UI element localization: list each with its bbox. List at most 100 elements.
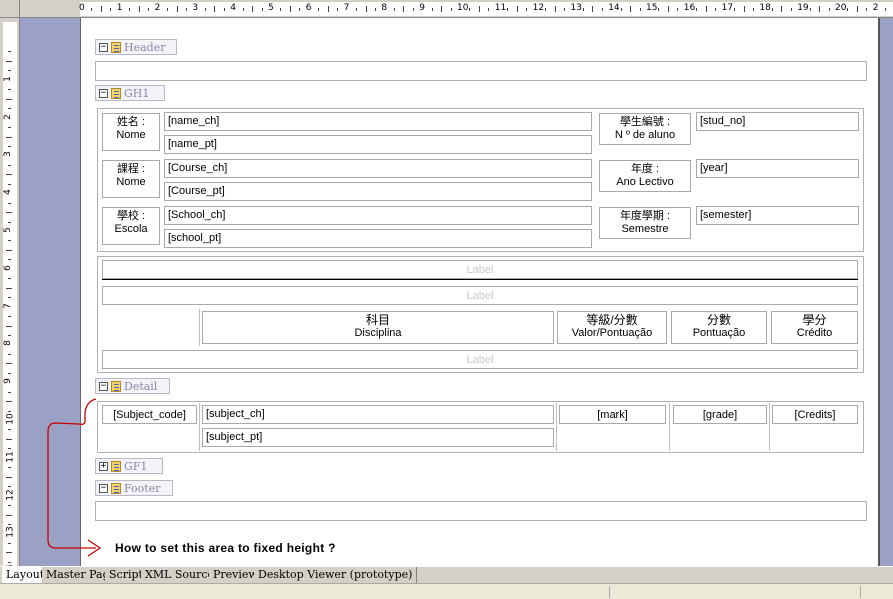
ruler-tick <box>6 476 12 478</box>
ruler-tick <box>809 8 811 11</box>
name-label: 姓名 : Nome <box>102 113 160 151</box>
subject-pt-field[interactable]: [subject_pt] <box>202 428 554 447</box>
collapse-icon[interactable]: − <box>99 484 108 493</box>
separator-line[interactable] <box>102 279 858 280</box>
credits-field[interactable]: [Credits] <box>772 405 858 424</box>
semester-label: 年度學期 : Semestre <box>599 207 691 239</box>
gh1-column-header[interactable]: Label Label 科目 Disciplina 等級/分數 Valor/Pont… <box>97 256 864 373</box>
ruler-number: 10 <box>457 3 469 13</box>
collapse-icon[interactable]: − <box>99 382 108 391</box>
horizontal-ruler: 0 1 2 3 4 5 6 7 8 9 10 11 12 13 14 15 16 17 18 19 20 2 <box>20 0 893 18</box>
ruler-tick <box>752 8 754 11</box>
report-page: − Header − GH1 姓名 : Nome [name_ch] [name_… <box>80 18 880 566</box>
band-gh1[interactable]: − GH1 <box>95 85 165 101</box>
subject-ch-field[interactable]: [subject_ch] <box>202 405 554 424</box>
ruler-tick <box>6 438 12 440</box>
ruler-corner <box>0 0 20 18</box>
ruler-tick <box>6 174 12 176</box>
ruler-number: 17 <box>721 3 734 13</box>
col-grade: 等級/分數 Valor/Pontuação <box>557 311 667 344</box>
stud-no-field[interactable]: [stud_no] <box>696 112 859 131</box>
header-area[interactable] <box>95 61 867 81</box>
label-1[interactable]: Label <box>102 260 858 279</box>
band-detail[interactable]: − Detail <box>95 378 170 394</box>
mark-field[interactable]: [mark] <box>559 405 666 424</box>
name-ch-field[interactable]: [name_ch] <box>164 112 592 131</box>
ruler-tick <box>91 8 93 11</box>
ruler-number: 3 <box>2 151 13 158</box>
label-2[interactable]: Label <box>102 286 858 305</box>
course-ch-field[interactable]: [Course_ch] <box>164 159 592 178</box>
band-icon <box>111 42 121 53</box>
ruler-tick <box>677 8 679 11</box>
detail-area[interactable]: [Subject_code] [subject_ch] [subject_pt]… <box>97 401 864 453</box>
ruler-tick <box>167 8 169 11</box>
band-footer[interactable]: − Footer <box>95 480 173 496</box>
ruler-number: 18 <box>759 3 771 13</box>
school-ch-field[interactable]: [School_ch] <box>164 206 592 225</box>
band-header[interactable]: − Header <box>95 39 177 55</box>
ruler-number: 20 <box>835 3 847 13</box>
ruler-tick <box>8 542 11 544</box>
name-pt-field[interactable]: [name_pt] <box>164 135 592 154</box>
ruler-tick <box>289 6 291 12</box>
ruler-tick <box>885 8 887 11</box>
tab-desktop-viewer[interactable]: Desktop Viewer (prototype) <box>254 567 418 583</box>
ruler-tick <box>129 8 131 11</box>
expand-icon[interactable]: + <box>99 462 108 471</box>
ruler-tick <box>488 8 490 11</box>
ruler-tick <box>8 523 11 525</box>
ruler-number: 9 <box>419 3 425 13</box>
ruler-tick <box>327 6 329 12</box>
col-score: 分數 Pontuação <box>671 311 767 344</box>
column-divider <box>556 403 557 451</box>
ruler-tick <box>6 136 12 138</box>
ruler-tick <box>8 221 11 223</box>
ruler-tick <box>630 6 632 12</box>
ruler-number: 2 <box>2 113 13 120</box>
collapse-icon[interactable]: − <box>99 43 108 52</box>
ruler-number: 15 <box>646 3 658 13</box>
ruler-tick <box>734 8 736 11</box>
ruler-number: 5 <box>268 3 274 13</box>
ruler-tick <box>299 8 301 11</box>
ruler-tick <box>6 325 12 327</box>
ruler-tick <box>847 8 849 11</box>
ruler-tick <box>8 183 11 185</box>
ruler-tick <box>601 8 603 11</box>
ruler-tick <box>450 8 452 11</box>
ruler-number: 4 <box>2 189 13 196</box>
col-credit: 學分 Crédito <box>771 311 858 344</box>
ruler-tick <box>8 145 11 147</box>
ruler-tick <box>356 8 358 11</box>
school-label: 學校 : Escola <box>102 207 160 245</box>
subject-code-field[interactable]: [Subject_code] <box>102 405 197 424</box>
view-tabs: Layout Master Page Script XML Source Pre… <box>0 566 893 583</box>
ruler-tick <box>337 8 339 11</box>
grade-field[interactable]: [grade] <box>673 405 767 424</box>
ruler-tick <box>110 8 112 11</box>
ruler-number: 13 <box>570 3 582 13</box>
ruler-tick <box>8 89 11 91</box>
semester-field[interactable]: [semester] <box>696 206 859 225</box>
ruler-number: 13 <box>5 526 16 539</box>
ruler-number: 4 <box>230 3 236 13</box>
course-pt-field[interactable]: [Course_pt] <box>164 182 592 201</box>
ruler-number: 16 <box>683 3 696 13</box>
school-pt-field[interactable]: [school_pt] <box>164 229 592 248</box>
footer-area[interactable] <box>95 501 867 521</box>
band-detail-label: Detail <box>124 380 158 393</box>
band-gf1[interactable]: + GF1 <box>95 458 163 474</box>
label-3[interactable]: Label <box>102 350 858 369</box>
ruler-tick <box>771 8 773 11</box>
tab-xml-source[interactable]: XML Source <box>141 567 220 583</box>
ruler-tick <box>223 8 225 11</box>
band-gh1-label: GH1 <box>124 87 150 100</box>
collapse-icon[interactable]: − <box>99 89 108 98</box>
ruler-number: 2 <box>872 3 879 13</box>
year-field[interactable]: [year] <box>696 159 859 178</box>
ruler-tick <box>781 6 783 12</box>
ruler-tick <box>148 8 150 11</box>
ruler-tick <box>393 8 395 11</box>
gh1-info-grid[interactable]: 姓名 : Nome [name_ch] [name_pt] 學生編號 :N º d… <box>97 108 864 252</box>
